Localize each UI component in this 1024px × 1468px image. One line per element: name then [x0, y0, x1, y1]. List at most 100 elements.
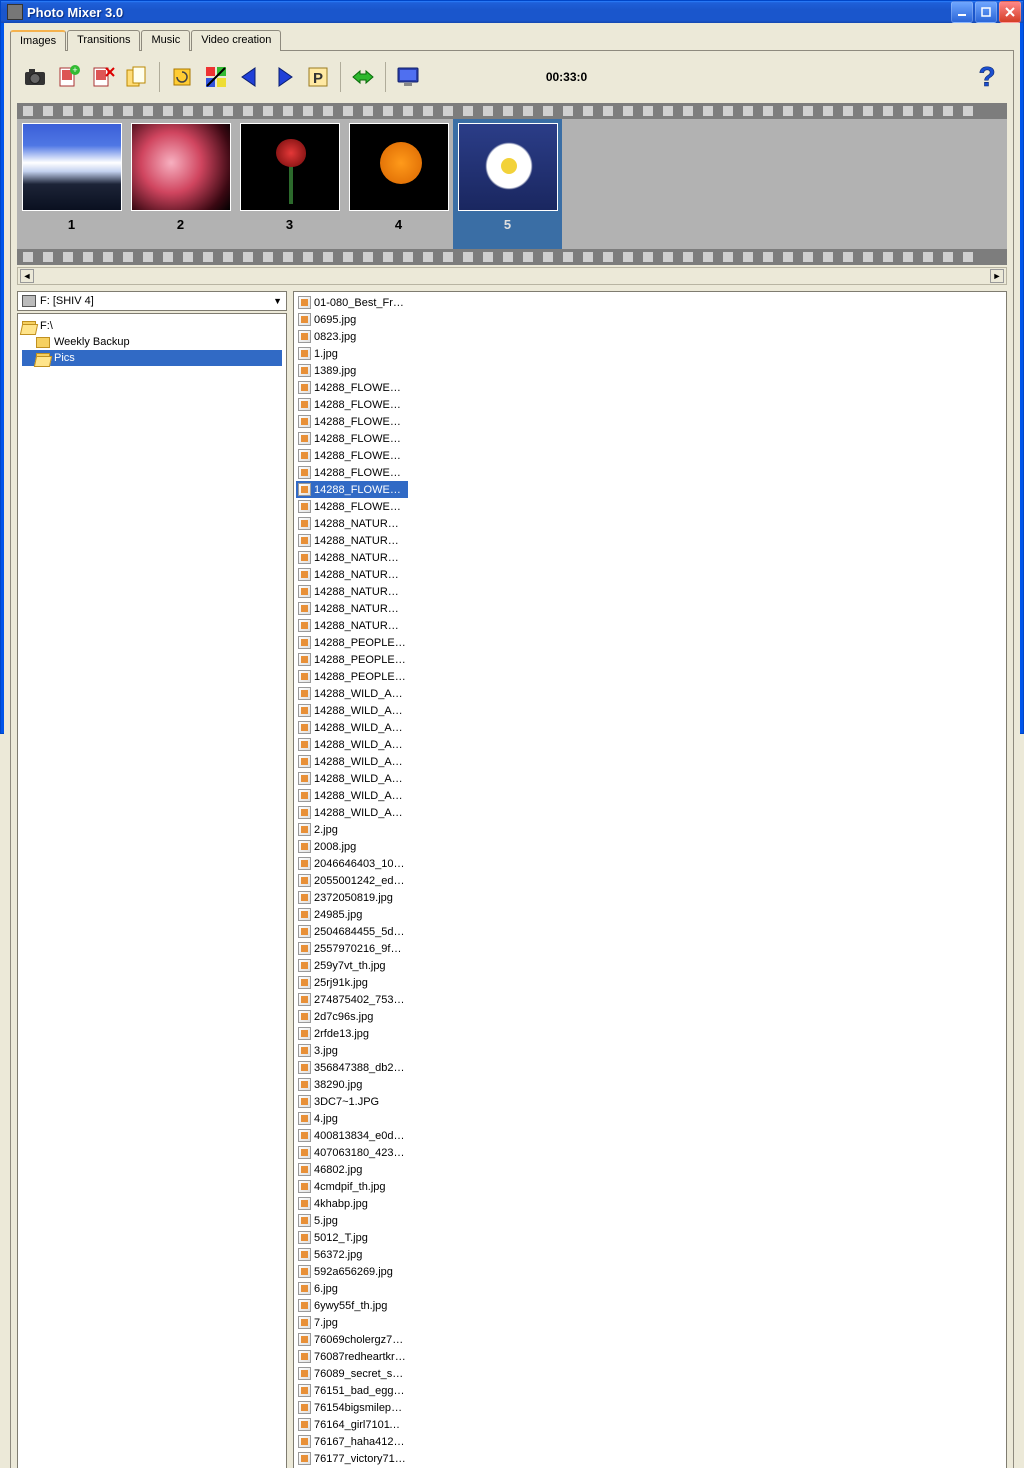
file-item[interactable]: 14288_NATURE… — [296, 532, 408, 549]
file-item[interactable]: 01-080_Best_Frie… — [296, 294, 408, 311]
file-item[interactable]: 24985.jpg — [296, 906, 408, 923]
remove-image-icon[interactable] — [87, 61, 119, 93]
file-item[interactable]: 3DC7~1.JPG — [296, 1093, 408, 1110]
file-item[interactable]: 14288_WILD_A… — [296, 770, 408, 787]
file-item[interactable]: 2055001242_ed… — [296, 872, 408, 889]
file-item[interactable]: 14288_FLOWER… — [296, 379, 408, 396]
file-item[interactable]: 14288_WILD_A… — [296, 702, 408, 719]
file-item[interactable]: 4khabp.jpg — [296, 1195, 408, 1212]
file-item[interactable]: 6ywy55f_th.jpg — [296, 1297, 408, 1314]
file-item[interactable]: 14288_FLOWER… — [296, 464, 408, 481]
tree-item[interactable]: Pics — [22, 350, 282, 366]
file-item[interactable]: 76177_victory71… — [296, 1450, 408, 1467]
file-item[interactable]: 5.jpg — [296, 1212, 408, 1229]
file-item[interactable]: 14288_FLOWER… — [296, 498, 408, 515]
file-item[interactable]: 76178_what1061… — [296, 1467, 408, 1468]
file-item[interactable]: 356847388_db2… — [296, 1059, 408, 1076]
drive-selector[interactable]: F: [SHIV 4] ▼ — [17, 291, 287, 311]
file-item[interactable]: 76069cholergz7.j… — [296, 1331, 408, 1348]
monitor-icon[interactable] — [392, 61, 424, 93]
file-item[interactable]: 1389.jpg — [296, 362, 408, 379]
tree-item[interactable]: F:\ — [22, 318, 282, 334]
film-frame-5[interactable]: 5 — [453, 119, 562, 249]
file-item[interactable]: 14288_FLOWER… — [296, 430, 408, 447]
file-item[interactable]: 0823.jpg — [296, 328, 408, 345]
filmstrip-scrollbar[interactable]: ◄ ► — [17, 267, 1007, 285]
file-list[interactable]: 01-080_Best_Frie…0695.jpg0823.jpg1.jpg13… — [294, 292, 1006, 1468]
prev-icon[interactable] — [234, 61, 266, 93]
file-item[interactable]: 14288_NATURE… — [296, 549, 408, 566]
film-frame-4[interactable]: 4 — [344, 119, 453, 249]
tree-item[interactable]: Weekly Backup — [22, 334, 282, 350]
file-item[interactable]: 2504684455_5d… — [296, 923, 408, 940]
file-item[interactable]: 14288_FLOWER… — [296, 396, 408, 413]
tab-images[interactable]: Images — [10, 30, 66, 51]
file-item[interactable]: 259y7vt_th.jpg — [296, 957, 408, 974]
file-item[interactable]: 14288_WILD_A… — [296, 787, 408, 804]
minimize-button[interactable] — [951, 1, 973, 23]
file-item[interactable]: 400813834_e0d… — [296, 1127, 408, 1144]
film-frame-2[interactable]: 2 — [126, 119, 235, 249]
file-item[interactable]: 14288_FLOWER… — [296, 447, 408, 464]
camera-icon[interactable] — [19, 61, 51, 93]
file-item[interactable]: 14288_NATURE… — [296, 600, 408, 617]
file-item[interactable]: 5012_T.jpg — [296, 1229, 408, 1246]
file-item[interactable]: 14288_FLOWER… — [296, 481, 408, 498]
file-item[interactable]: 76087redheartkr… — [296, 1348, 408, 1365]
tab-video-creation[interactable]: Video creation — [191, 30, 281, 51]
next-icon[interactable] — [268, 61, 300, 93]
add-image-icon[interactable]: + — [53, 61, 85, 93]
close-button[interactable] — [999, 1, 1021, 23]
file-item[interactable]: 1.jpg — [296, 345, 408, 362]
file-item[interactable]: 14288_WILD_A… — [296, 804, 408, 821]
file-item[interactable]: 76151_bad_egg… — [296, 1382, 408, 1399]
swap-icon[interactable] — [347, 61, 379, 93]
file-item[interactable]: 14288_WILD_A… — [296, 719, 408, 736]
file-item[interactable]: 2rfde13.jpg — [296, 1025, 408, 1042]
file-item[interactable]: 14288_FLOWER… — [296, 413, 408, 430]
file-item[interactable]: 76154bigsmilepa… — [296, 1399, 408, 1416]
file-item[interactable]: 14288_WILD_A… — [296, 736, 408, 753]
scroll-left-icon[interactable]: ◄ — [20, 269, 34, 283]
copy-icon[interactable] — [121, 61, 153, 93]
file-item[interactable]: 6.jpg — [296, 1280, 408, 1297]
file-item[interactable]: 7.jpg — [296, 1314, 408, 1331]
file-item[interactable]: 2d7c96s.jpg — [296, 1008, 408, 1025]
file-item[interactable]: 592a656269.jpg — [296, 1263, 408, 1280]
file-item[interactable]: 14288_PEOPLE… — [296, 668, 408, 685]
file-item[interactable]: 38290.jpg — [296, 1076, 408, 1093]
file-item[interactable]: 14288_NATURE… — [296, 583, 408, 600]
file-item[interactable]: 4cmdpif_th.jpg — [296, 1178, 408, 1195]
file-item[interactable]: 2557970216_9f3… — [296, 940, 408, 957]
file-item[interactable]: 2046646403_10… — [296, 855, 408, 872]
tab-transitions[interactable]: Transitions — [67, 30, 140, 51]
titlebar[interactable]: Photo Mixer 3.0 — [1, 1, 1023, 23]
preview-icon[interactable]: P — [302, 61, 334, 93]
help-button[interactable]: ? — [969, 59, 1005, 95]
file-item[interactable]: 46802.jpg — [296, 1161, 408, 1178]
file-item[interactable]: 14288_WILD_A… — [296, 685, 408, 702]
file-item[interactable]: 0695.jpg — [296, 311, 408, 328]
scroll-right-icon[interactable]: ► — [990, 269, 1004, 283]
file-item[interactable]: 4.jpg — [296, 1110, 408, 1127]
file-item[interactable]: 2008.jpg — [296, 838, 408, 855]
file-item[interactable]: 76164_girl71011… — [296, 1416, 408, 1433]
file-item[interactable]: 2.jpg — [296, 821, 408, 838]
tab-music[interactable]: Music — [141, 30, 190, 51]
film-frame-3[interactable]: 3 — [235, 119, 344, 249]
rotate-icon[interactable] — [166, 61, 198, 93]
file-item[interactable]: 14288_PEOPLE… — [296, 651, 408, 668]
file-item[interactable]: 274875402_753… — [296, 991, 408, 1008]
file-item[interactable]: 14288_WILD_A… — [296, 753, 408, 770]
file-item[interactable]: 407063180_423… — [296, 1144, 408, 1161]
file-item[interactable]: 56372.jpg — [296, 1246, 408, 1263]
file-item[interactable]: 14288_NATURE… — [296, 566, 408, 583]
file-item[interactable]: 76167_haha412… — [296, 1433, 408, 1450]
effects-icon[interactable] — [200, 61, 232, 93]
file-item[interactable]: 14288_NATURE… — [296, 515, 408, 532]
file-item[interactable]: 76089_secret_s… — [296, 1365, 408, 1382]
file-item[interactable]: 2372050819.jpg — [296, 889, 408, 906]
film-frame-1[interactable]: 1 — [17, 119, 126, 249]
file-item[interactable]: 14288_PEOPLE… — [296, 634, 408, 651]
folder-tree[interactable]: F:\Weekly BackupPics — [17, 313, 287, 1468]
